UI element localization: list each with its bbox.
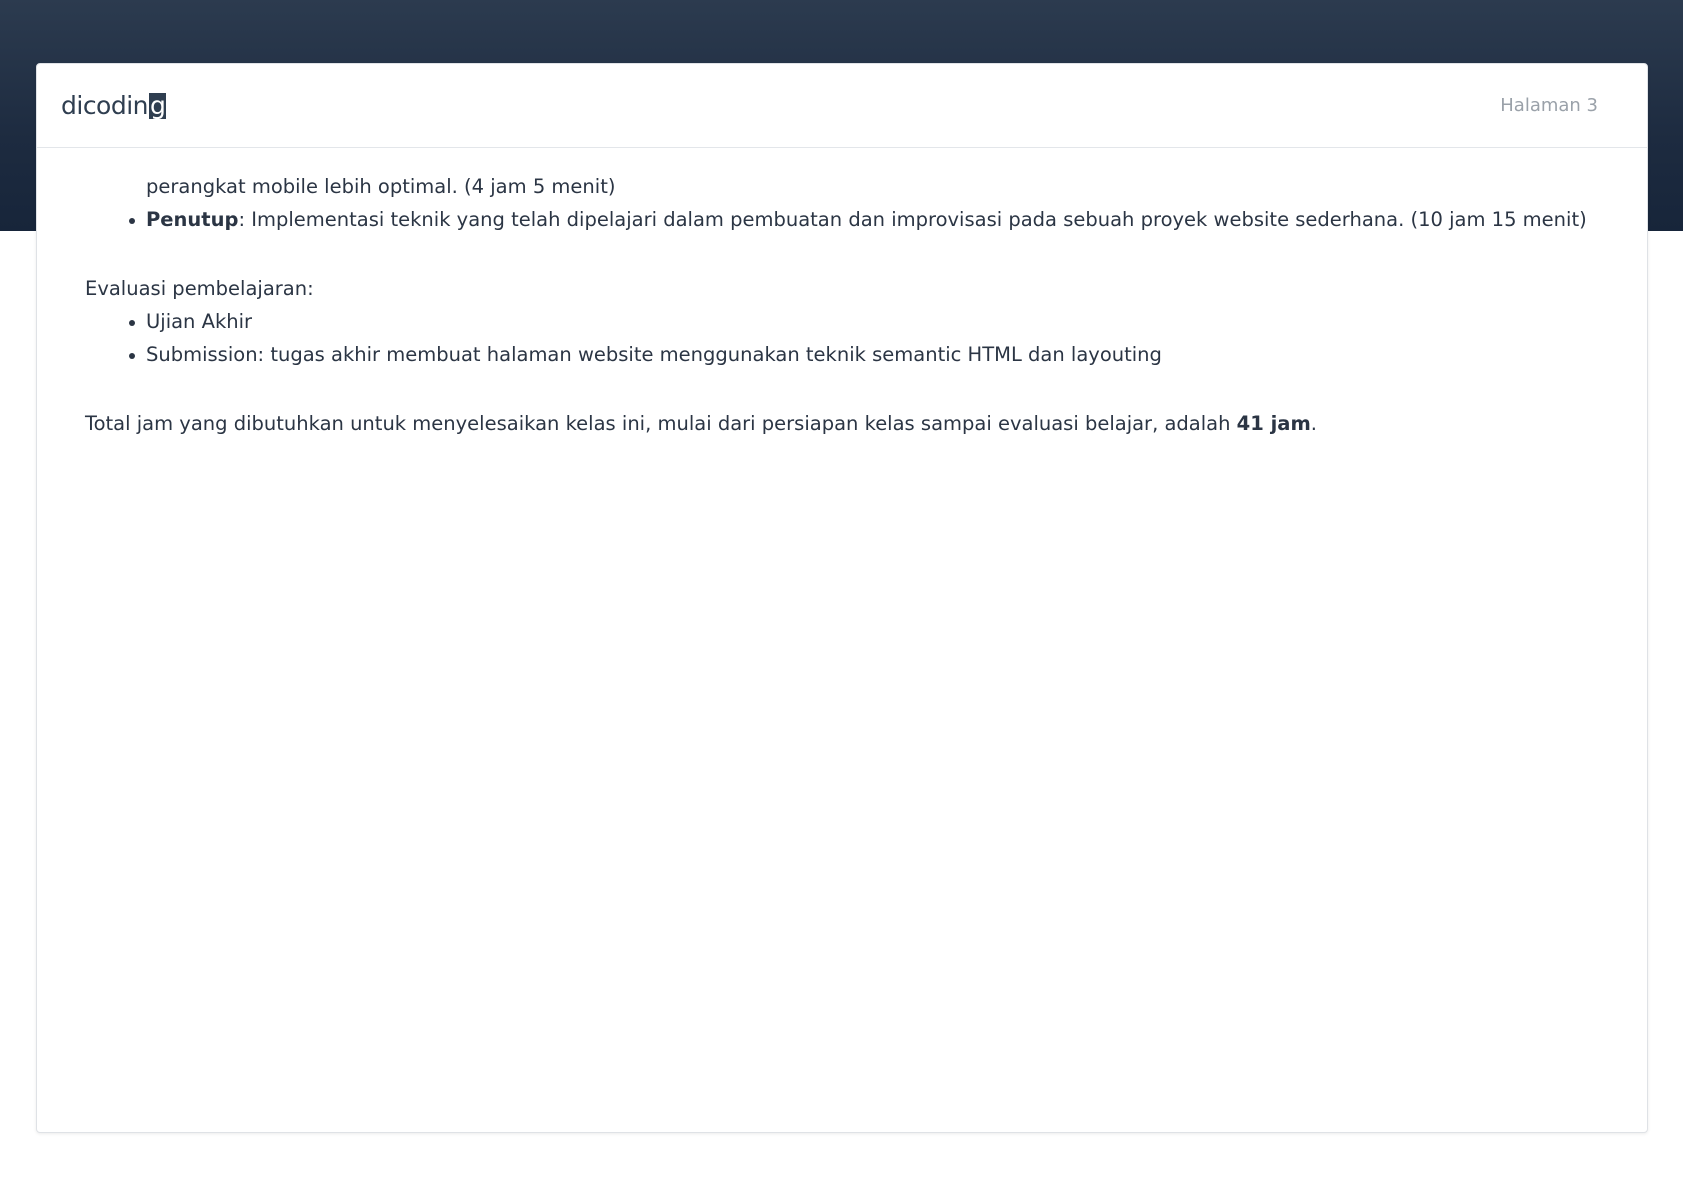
page-number-label: Halaman 3 <box>1500 95 1598 116</box>
total-text-end: . <box>1310 412 1317 435</box>
total-text: Total jam yang dibutuhkan untuk menyeles… <box>85 412 1237 435</box>
module-list: Penutup: Implementasi teknik yang telah … <box>85 203 1599 236</box>
document-page-card: dicodin g Halaman 3 perangkat mobile lebi… <box>36 63 1648 1133</box>
list-item: Submission: tugas akhir membuat halaman … <box>129 338 1599 371</box>
list-item-penutup: Penutup: Implementasi teknik yang telah … <box>129 203 1599 236</box>
logo-text: dicodin <box>61 91 149 120</box>
total-hours-paragraph: Total jam yang dibutuhkan untuk menyeles… <box>85 407 1599 440</box>
page-content: perangkat mobile lebih optimal. (4 jam 5… <box>37 170 1647 440</box>
total-hours-value: 41 jam <box>1236 412 1311 435</box>
page-header: dicodin g Halaman 3 <box>37 64 1647 148</box>
list-item: Ujian Akhir <box>129 305 1599 338</box>
logo-text-highlight: g <box>149 90 167 120</box>
continued-list-text: perangkat mobile lebih optimal. (4 jam 5… <box>146 175 616 198</box>
evaluation-list: Ujian Akhir Submission: tugas akhir memb… <box>85 305 1599 371</box>
list-item-bold-label: Penutup <box>146 208 239 231</box>
list-item-text: : Implementasi teknik yang telah dipelaj… <box>238 208 1587 231</box>
evaluation-heading: Evaluasi pembelajaran: <box>85 277 314 300</box>
dicoding-logo: dicodin g <box>61 90 167 120</box>
